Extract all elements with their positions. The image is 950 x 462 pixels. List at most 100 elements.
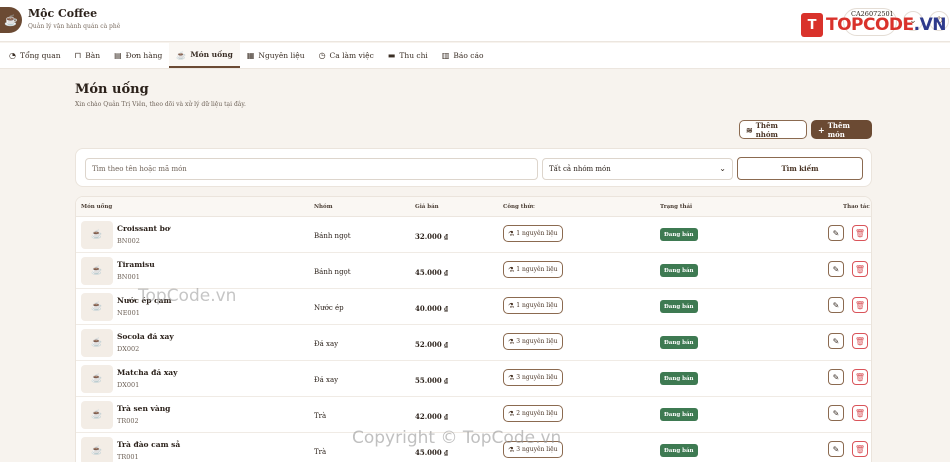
nav-item-reports[interactable]: ▥ Báo cáo bbox=[435, 43, 491, 68]
recipe-button[interactable]: ⚗ 1 nguyên liệu bbox=[503, 225, 563, 242]
trash-icon: 🗑 bbox=[854, 264, 866, 274]
nav-item-overview[interactable]: ◔ Tổng quan bbox=[2, 43, 68, 68]
status-badge: Đang bán bbox=[660, 408, 698, 421]
delete-button[interactable]: 🗑 bbox=[852, 369, 868, 385]
item-name: Matcha đá xay bbox=[117, 368, 178, 377]
item-code: BN001 bbox=[117, 273, 140, 281]
product-image-icon: ☕ bbox=[81, 329, 113, 357]
layers-icon: ≋ bbox=[746, 124, 753, 135]
nav-label: Nguyên liệu bbox=[258, 51, 305, 60]
edit-button[interactable]: ✎ bbox=[828, 369, 844, 385]
search-input[interactable] bbox=[85, 158, 538, 180]
recipe-label: 3 nguyên liệu bbox=[516, 374, 558, 381]
app-header: ☕ Mộc Coffee Quản lý vận hành quán cà ph… bbox=[0, 0, 950, 42]
coffee-logo-icon: ☕ bbox=[0, 7, 22, 33]
item-code: NE001 bbox=[117, 309, 140, 317]
recipe-button[interactable]: ⚗ 3 nguyên liệu bbox=[503, 369, 563, 386]
delete-button[interactable]: 🗑 bbox=[852, 405, 868, 421]
edit-button[interactable]: ✎ bbox=[828, 225, 844, 241]
search-button[interactable]: Tìm kiếm bbox=[737, 157, 863, 180]
col-header-group: Nhóm bbox=[314, 204, 333, 210]
nav-item-ingredients[interactable]: ▦ Nguyên liệu bbox=[240, 43, 312, 68]
status-badge: Đang bán bbox=[660, 228, 698, 241]
trash-icon: 🗑 bbox=[854, 228, 866, 238]
recipe-button[interactable]: ⚗ 3 nguyên liệu bbox=[503, 333, 563, 350]
delete-button[interactable]: 🗑 bbox=[852, 333, 868, 349]
nav-item-cashflow[interactable]: ▬ Thu chi bbox=[381, 43, 435, 68]
brand-subtitle: Quản lý vận hành quán cà phê bbox=[28, 23, 121, 30]
status-badge: Đang bán bbox=[660, 300, 698, 313]
nav-item-orders[interactable]: ▤ Đơn hàng bbox=[107, 43, 169, 68]
edit-button[interactable]: ✎ bbox=[828, 261, 844, 277]
status-badge: Đang bán bbox=[660, 264, 698, 277]
status-badge: Đang bán bbox=[660, 372, 698, 385]
group-select-value: Tất cả nhóm món bbox=[549, 165, 611, 173]
item-code: TR002 bbox=[117, 417, 139, 425]
watermark-center: TopCode.vn bbox=[138, 286, 237, 306]
watermark-bottom: Copyright © TopCode.vn bbox=[352, 428, 562, 448]
recipe-button[interactable]: ⚗ 1 nguyên liệu bbox=[503, 297, 563, 314]
item-name: Trà sen vàng bbox=[117, 404, 171, 413]
plus-icon: + bbox=[818, 124, 825, 135]
pencil-icon: ✎ bbox=[832, 336, 840, 346]
add-item-button[interactable]: + Thêm món bbox=[811, 120, 872, 139]
product-image-icon: ☕ bbox=[81, 365, 113, 393]
topcode-logo-text: TOPCODE.VN bbox=[826, 15, 947, 35]
item-group: Nước ép bbox=[314, 304, 344, 312]
pencil-icon: ✎ bbox=[832, 300, 840, 310]
add-group-label: Thêm nhóm bbox=[755, 120, 778, 139]
delete-button[interactable]: 🗑 bbox=[852, 225, 868, 241]
main-nav: ◔ Tổng quan ⊓ Bàn ▤ Đơn hàng ☕ Món uống ▦ Ngu… bbox=[0, 43, 950, 69]
topcode-watermark-logo: T TOPCODE.VN bbox=[801, 11, 947, 39]
wallet-icon: ▬ bbox=[387, 51, 396, 60]
recipe-button[interactable]: ⚗ 2 nguyên liệu bbox=[503, 405, 563, 422]
item-price: 45.000 ₫ bbox=[415, 448, 448, 457]
chart-icon: ▥ bbox=[441, 51, 450, 60]
page-title: Món uống bbox=[75, 82, 149, 97]
flask-icon: ⚗ bbox=[508, 409, 515, 418]
pencil-icon: ✎ bbox=[832, 444, 840, 454]
delete-button[interactable]: 🗑 bbox=[852, 261, 868, 277]
item-price: 52.000 ₫ bbox=[415, 340, 448, 349]
trash-icon: 🗑 bbox=[854, 336, 866, 346]
col-header-item: Món uống bbox=[81, 204, 113, 210]
flask-icon: ⚗ bbox=[508, 229, 515, 238]
nav-label: Đơn hàng bbox=[125, 51, 163, 60]
item-code: DX002 bbox=[117, 345, 140, 353]
col-header-recipe: Công thức bbox=[503, 204, 535, 210]
drinks-table: Món uống Nhóm Giá bán Công thức Trạng th… bbox=[75, 196, 872, 462]
item-name: Croissant bơ bbox=[117, 224, 170, 233]
nav-label: Bàn bbox=[85, 51, 101, 60]
item-code: TR001 bbox=[117, 453, 139, 461]
add-group-button[interactable]: ≋ Thêm nhóm bbox=[739, 120, 807, 139]
product-image-icon: ☕ bbox=[81, 437, 113, 462]
item-group: Trà bbox=[314, 448, 327, 456]
item-group: Đá xay bbox=[314, 340, 339, 348]
flask-icon: ⚗ bbox=[508, 265, 515, 274]
nav-item-tables[interactable]: ⊓ Bàn bbox=[68, 43, 108, 68]
trash-icon: 🗑 bbox=[854, 372, 866, 382]
item-price: 45.000 ₫ bbox=[415, 268, 448, 277]
trash-icon: 🗑 bbox=[854, 300, 866, 310]
flask-icon: ⚗ bbox=[508, 337, 515, 346]
nav-item-shifts[interactable]: ◷ Ca làm việc bbox=[312, 43, 381, 68]
recipe-label: 1 nguyên liệu bbox=[516, 230, 558, 237]
edit-button[interactable]: ✎ bbox=[828, 405, 844, 421]
coffee-icon: ☕ bbox=[176, 49, 187, 60]
nav-item-drinks[interactable]: ☕ Món uống bbox=[169, 43, 240, 68]
edit-button[interactable]: ✎ bbox=[828, 333, 844, 349]
flask-icon: ⚗ bbox=[508, 373, 515, 382]
delete-button[interactable]: 🗑 bbox=[852, 441, 868, 457]
nav-label: Tổng quan bbox=[19, 51, 61, 60]
delete-button[interactable]: 🗑 bbox=[852, 297, 868, 313]
clock-icon: ◷ bbox=[318, 51, 326, 60]
recipe-button[interactable]: ⚗ 1 nguyên liệu bbox=[503, 261, 563, 278]
edit-button[interactable]: ✎ bbox=[828, 297, 844, 313]
edit-button[interactable]: ✎ bbox=[828, 441, 844, 457]
receipt-icon: ▤ bbox=[114, 51, 122, 60]
item-group: Trà bbox=[314, 412, 327, 420]
group-select[interactable]: Tất cả nhóm món ⌄ bbox=[542, 158, 733, 180]
recipe-label: 1 nguyên liệu bbox=[516, 266, 558, 273]
trash-icon: 🗑 bbox=[854, 444, 866, 454]
recipe-label: 3 nguyên liệu bbox=[516, 338, 558, 345]
